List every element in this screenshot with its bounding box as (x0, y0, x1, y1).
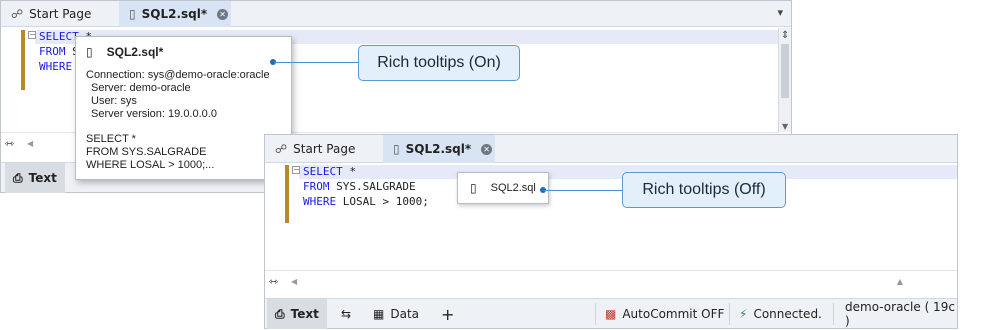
connection-label: demo-oracle ( 19c ) (845, 300, 955, 328)
fold-toggle-icon[interactable]: − (292, 166, 300, 174)
divider (833, 303, 834, 325)
tooltip-header: ▯ SQL2.sql* (86, 45, 163, 59)
fold-toggle-icon[interactable]: − (28, 31, 36, 39)
autocommit-label: AutoCommit OFF (622, 307, 725, 321)
scroll-down-icon[interactable]: ▼ (782, 122, 788, 131)
tooltip-title: SQL2.sql* (106, 45, 164, 59)
scroll-up-icon[interactable]: ▲ (897, 277, 903, 286)
tab-label: Start Page (29, 7, 92, 21)
data-label: Data (390, 307, 419, 321)
data-view-button[interactable]: ▦ Data (373, 299, 419, 329)
tooltip-server: Server: demo-oracle (91, 82, 191, 94)
tab-label: SQL2.sql* (405, 142, 472, 156)
split-horizontal-icon[interactable]: ⇿ (269, 275, 278, 288)
text-view-icon: ⎙ (13, 170, 23, 185)
plain-tooltip: ▯ SQL2.sql (457, 172, 549, 204)
vertical-scrollbar[interactable]: ⇕ ▼ (778, 28, 791, 132)
connection-selector[interactable]: demo-oracle ( 19c ) (845, 299, 957, 329)
text-view-button[interactable]: ⎙ Text (267, 299, 327, 329)
tab-sql2[interactable]: ▯ SQL2.sql* ✕ (383, 135, 495, 163)
connection-status[interactable]: ⚡ Connected. (739, 299, 822, 329)
sql-file-icon: ▯ (86, 45, 93, 59)
start-page-icon: ☍ (275, 142, 288, 156)
tooltip-sql-line-2: FROM SYS.SALGRADE (86, 146, 207, 158)
tab-sql2[interactable]: ▯ SQL2.sql* ✕ (119, 1, 231, 27)
callout-rich-tooltips-on: Rich tooltips (On) (358, 45, 520, 81)
tab-start-page[interactable]: ☍ Start Page (265, 135, 383, 163)
sql-file-icon: ▯ (129, 7, 136, 21)
tooltip-sql-line-1: SELECT * (86, 133, 136, 145)
tab-label: SQL2.sql* (141, 7, 208, 21)
text-label: Text (290, 307, 319, 321)
autocommit-button[interactable]: ▩ AutoCommit OFF (605, 299, 724, 329)
rich-tooltip: ▯ SQL2.sql* Connection: sys@demo-oracle:… (75, 36, 292, 180)
tooltip-user: User: sys (91, 95, 137, 107)
split-icon[interactable]: ⇕ (781, 30, 789, 41)
callout-on-connector (274, 62, 358, 63)
tab-start-page[interactable]: ☍ Start Page (1, 1, 119, 27)
code-line-1: SELECT * (303, 165, 356, 178)
callout-rich-tooltips-off: Rich tooltips (Off) (622, 172, 786, 208)
editor-area[interactable]: − SELECT * FROM SYS.SALGRADE WHERE LOSAL… (265, 164, 957, 268)
tab-bar: ☍ Start Page ▯ SQL2.sql* ✕ (265, 135, 957, 163)
editor-window-front: ☍ Start Page ▯ SQL2.sql* ✕ − SELECT * FR… (264, 134, 958, 329)
text-label: Text (28, 171, 57, 185)
add-button[interactable]: + (441, 299, 454, 329)
plain-tooltip-label: SQL2.sql (490, 182, 536, 194)
scroll-left-icon[interactable]: ◀ (291, 277, 297, 286)
code-line-3: WHERE LOSAL > 1000; (303, 195, 429, 208)
horizontal-scrollbar[interactable]: ⇿ ◀ ▲ (265, 270, 957, 294)
close-icon[interactable]: ✕ (481, 143, 493, 155)
text-view-button[interactable]: ⎙ Text (5, 163, 65, 193)
callout-off-connector (544, 190, 622, 191)
change-marker (285, 165, 289, 223)
tab-bar: ☍ Start Page ▯ SQL2.sql* ✕ ▾ (1, 1, 791, 27)
tooltip-connection: Connection: sys@demo-oracle:oracle (86, 69, 270, 81)
code-line-2: FROM SYS.SALGRADE (303, 180, 416, 193)
grid-icon: ▦ (373, 307, 385, 321)
tooltip-version: Server version: 19.0.0.0.0 (91, 108, 217, 120)
split-horizontal-icon[interactable]: ⇿ (5, 137, 14, 150)
switch-view-button[interactable]: ⇆ (341, 299, 351, 329)
sql-file-icon: ▯ (470, 181, 477, 195)
divider (729, 303, 730, 325)
scroll-thumb[interactable] (781, 44, 789, 98)
code-line-3: WHERE (39, 60, 73, 73)
tab-dropdown-icon[interactable]: ▾ (777, 6, 783, 19)
divider (595, 303, 596, 325)
tab-label: Start Page (293, 142, 356, 156)
tooltip-sql-line-3: WHERE LOSAL > 1000;... (86, 159, 215, 171)
swap-icon: ⇆ (341, 307, 352, 321)
autocommit-icon: ▩ (605, 307, 617, 321)
sql-file-icon: ▯ (393, 142, 400, 156)
scroll-left-icon[interactable]: ◀ (27, 139, 33, 148)
result-toolbar: ⎙ Text ⇆ ▦ Data + ▩ AutoCommit OFF ⚡ Con… (265, 298, 957, 329)
connected-label: Connected. (753, 307, 822, 321)
code-line-2: FROM S (39, 45, 79, 58)
change-marker (21, 30, 25, 90)
plug-icon: ⚡ (739, 307, 748, 321)
close-icon[interactable]: ✕ (217, 8, 229, 20)
start-page-icon: ☍ (11, 7, 24, 21)
text-view-icon: ⎙ (275, 306, 285, 321)
